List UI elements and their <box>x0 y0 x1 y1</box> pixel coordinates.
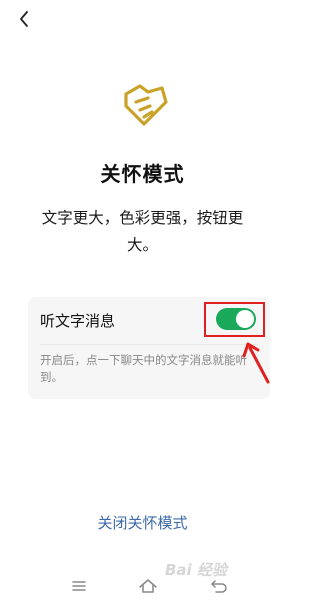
menu-icon <box>72 581 86 591</box>
annotation-arrow-icon <box>242 342 270 384</box>
home-button[interactable] <box>137 575 159 597</box>
back-button[interactable] <box>14 8 34 30</box>
system-navbar <box>0 569 285 603</box>
close-care-mode-button[interactable]: 关闭关怀模式 <box>0 512 285 533</box>
divider <box>40 344 258 345</box>
chevron-left-icon <box>20 11 28 27</box>
heart-hand-icon <box>124 84 168 126</box>
menu-button[interactable] <box>68 575 90 597</box>
page-title: 关怀模式 <box>100 162 185 186</box>
annotation-highlight-box <box>204 302 265 337</box>
home-icon <box>139 579 157 593</box>
mode-description: 文字更大，色彩更强，按钮更大。 <box>41 209 244 254</box>
setting-description: 开启后，点一下聊天中的文字消息就能听到。 <box>40 353 247 384</box>
watermark: Bai 经验 <box>165 561 227 579</box>
setting-label: 听文字消息 <box>40 312 116 330</box>
